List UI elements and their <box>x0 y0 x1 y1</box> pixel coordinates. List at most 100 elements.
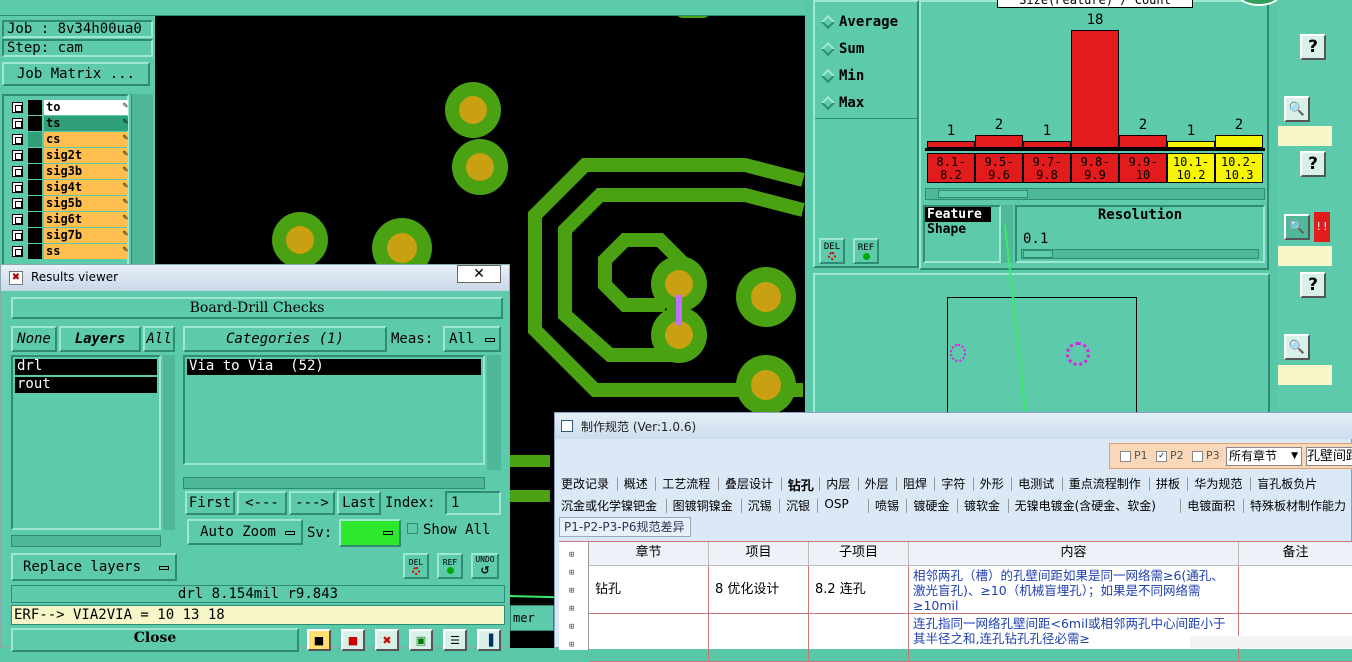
p1-checkbox[interactable] <box>1120 451 1131 462</box>
layer-row[interactable]: sig5b ✎ <box>10 196 130 211</box>
help-button-1[interactable]: ? <box>1300 34 1326 60</box>
p2-checkbox[interactable]: ✓ <box>1156 451 1167 462</box>
layer-name[interactable]: sig2t <box>44 148 128 163</box>
spec-tab[interactable]: 重点流程制作 <box>1069 475 1141 492</box>
job-matrix-button[interactable]: Job Matrix ... <box>2 62 150 86</box>
table-header[interactable]: 章节 <box>589 542 709 566</box>
category-hscroll[interactable] <box>183 477 485 489</box>
spec-tab[interactable]: 沉金或化学镍钯金 <box>561 497 657 514</box>
histogram-range-label[interactable]: 9.5- 9.6 <box>975 153 1023 183</box>
zoom-button-1[interactable]: 🔍 <box>1284 96 1310 122</box>
histogram-range-label[interactable]: 9.9- 10 <box>1119 153 1167 183</box>
del-button[interactable]: DEL <box>403 553 429 579</box>
diamond-radio-icon[interactable] <box>820 68 836 84</box>
layers-button[interactable]: Layers <box>59 326 141 352</box>
layer-results-vscroll[interactable] <box>163 355 175 530</box>
histogram-scrollbar[interactable] <box>925 188 1265 200</box>
show-all-checkbox[interactable] <box>407 523 418 534</box>
stats-option-average[interactable]: Average <box>820 14 911 32</box>
stats-ref-button[interactable]: REF <box>853 238 879 264</box>
expand-icon[interactable]: ⊞ <box>569 568 574 578</box>
layer-results-list[interactable]: drl rout <box>11 355 161 530</box>
layer-results-scroll[interactable] <box>11 535 161 547</box>
search-input[interactable]: 孔壁间距 <box>1306 447 1352 466</box>
layer-name[interactable]: to <box>44 100 128 115</box>
help-button-3[interactable]: ? <box>1300 272 1326 298</box>
spec-tab[interactable]: 内层 <box>826 475 850 492</box>
layer-checkbox[interactable] <box>12 230 23 241</box>
layer-checkbox[interactable] <box>12 214 23 225</box>
layer-row[interactable]: sig7b ✎ <box>10 228 130 243</box>
histogram-bar[interactable] <box>975 134 1023 148</box>
layer-name[interactable]: sig5b <box>44 196 128 211</box>
spec-tab[interactable]: 喷锡 <box>875 497 899 514</box>
layer-row[interactable]: sig4t ✎ <box>10 180 130 195</box>
close-button[interactable]: Close <box>11 628 299 652</box>
layer-result-item[interactable]: rout <box>15 377 157 393</box>
category-list[interactable]: Via to Via (52) <box>183 355 485 465</box>
spec-tab[interactable]: 电测试 <box>1018 475 1054 492</box>
subtab[interactable]: P1-P2-P3-P6规范差异 <box>559 517 691 537</box>
expand-icon[interactable]: ⊞ <box>569 604 574 614</box>
table-header[interactable]: 备注 <box>1239 542 1352 566</box>
index-field[interactable]: 1 <box>445 491 501 515</box>
histogram-range-label[interactable]: 9.7- 9.8 <box>1023 153 1071 183</box>
layer-checkbox[interactable] <box>12 198 23 209</box>
category-item[interactable]: Via to Via (52) <box>187 359 481 375</box>
spec-tab[interactable]: 盲孔板负片 <box>1257 475 1317 492</box>
layer-checkbox[interactable] <box>12 246 23 257</box>
last-button[interactable]: Last <box>337 491 381 515</box>
histogram-bar[interactable] <box>1215 134 1263 148</box>
expand-icon[interactable]: ⊞ <box>569 640 574 650</box>
spec-tab[interactable]: 特殊板材制作能力 <box>1250 497 1346 514</box>
table-header[interactable]: 项目 <box>709 542 809 566</box>
layer-checkbox[interactable] <box>12 150 23 161</box>
layer-checkbox[interactable] <box>12 182 23 193</box>
stop-button[interactable]: !! <box>1314 212 1330 242</box>
close-window-button[interactable]: ✕ <box>457 265 501 283</box>
layer-name[interactable]: ts <box>44 116 128 131</box>
stats-option-sum[interactable]: Sum <box>820 41 911 59</box>
layer-row[interactable]: sig2t ✎ <box>10 148 130 163</box>
expand-icon[interactable]: ⊞ <box>569 622 574 632</box>
preview-frame[interactable] <box>947 297 1137 419</box>
layer-row[interactable]: sig3b ✎ <box>10 164 130 179</box>
auto-zoom-dropdown[interactable]: Auto Zoom <box>187 519 303 545</box>
stats-del-button[interactable]: DEL <box>819 238 845 264</box>
table-cell-content[interactable]: 相邻两孔（槽）的孔壁间距如果是同一网络需≥6(通孔、激光盲孔)、≥10（机械盲埋… <box>909 566 1239 614</box>
layer-list[interactable]: to ✎ ts ✎ cs ✎ sig2t ✎ sig3b ✎ sig4t ✎ sig5b ✎ sig6t ✎ s… <box>2 94 129 266</box>
spec-tab[interactable]: 无镍电镀金(含硬金、软金) <box>1015 497 1156 514</box>
spec-tab[interactable]: 沉银 <box>786 497 810 514</box>
stats-option-min[interactable]: Min <box>820 68 911 86</box>
table-header[interactable]: 子项目 <box>809 542 909 566</box>
layer-checkbox[interactable] <box>12 134 23 145</box>
spec-tab[interactable]: 电镀面积 <box>1187 497 1235 514</box>
spec-tab[interactable]: 镀硬金 <box>913 497 949 514</box>
first-button[interactable]: First <box>185 491 235 515</box>
expand-icon[interactable]: ⊞ <box>569 550 574 560</box>
diamond-radio-icon[interactable] <box>820 14 836 30</box>
spec-tab[interactable]: 外层 <box>865 475 889 492</box>
layer-list-scrollbar[interactable] <box>131 94 153 266</box>
layer-row[interactable]: to ✎ <box>10 100 130 115</box>
spec-tab[interactable]: 华为规范 <box>1194 475 1242 492</box>
spec-tab[interactable]: 更改记录 <box>561 475 609 492</box>
categories-button[interactable]: Categories (1) <box>183 326 387 352</box>
histogram-range-label[interactable]: 10.2- 10.3 <box>1215 153 1263 183</box>
feature-list[interactable]: Feature Shape <box>923 205 1001 263</box>
layer-row[interactable]: ss ✎ <box>10 244 130 259</box>
layer-row[interactable]: ts ✎ <box>10 116 130 131</box>
p3-checkbox[interactable] <box>1192 451 1203 462</box>
feature-scrollbar[interactable] <box>1001 205 1013 263</box>
layer-row[interactable]: cs ✎ <box>10 132 130 147</box>
spec-tab[interactable]: 工艺流程 <box>662 475 710 492</box>
prev-button[interactable]: <--- <box>237 491 287 515</box>
zoom-button-3[interactable]: 🔍 <box>1284 334 1310 360</box>
spec-tab[interactable]: 图镀铜镍金 <box>673 497 733 514</box>
expand-icon[interactable]: ⊞ <box>569 586 574 596</box>
layer-result-item[interactable]: drl <box>15 359 157 375</box>
spec-tab[interactable]: 镀软金 <box>964 497 1000 514</box>
histogram-range-label[interactable]: 8.1- 8.2 <box>927 153 975 183</box>
resolution-slider[interactable] <box>1021 249 1259 259</box>
help-button-2[interactable]: ? <box>1300 151 1326 177</box>
